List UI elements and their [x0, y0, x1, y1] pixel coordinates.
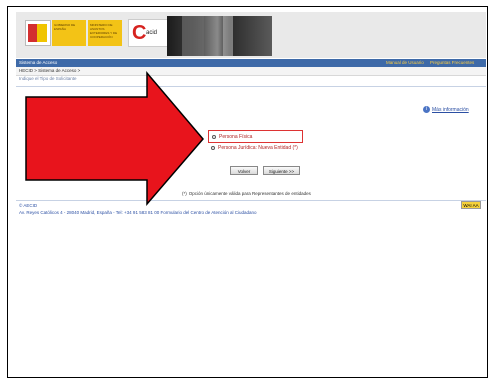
faq-link[interactable]: Preguntas Frecuentes	[430, 60, 474, 65]
nav-title: Sistema de Acceso	[19, 60, 58, 65]
next-button[interactable]: Siguiente >>	[263, 166, 300, 175]
divider	[16, 86, 486, 87]
manual-link[interactable]: Manual de Usuario	[386, 60, 424, 65]
crest-red-stripe	[28, 24, 37, 42]
ministerio-logo: MINISTERIO DE ASUNTOS EXTERIORES Y DE CO…	[88, 20, 122, 46]
breadcrumb-text[interactable]: HECID > Sistema de Acceso >	[19, 68, 80, 73]
photo-shade-2	[223, 16, 233, 56]
gobierno-logo-text: GOBIERNO DE ESPAÑA	[54, 23, 76, 31]
breadcrumb: HECID > Sistema de Acceso >	[16, 67, 486, 76]
cacid-logo-letter: C	[132, 22, 147, 44]
spain-crest-logo	[25, 20, 51, 46]
back-button[interactable]: Volver	[230, 166, 258, 175]
persona-fisica-label[interactable]: Persona Física	[219, 134, 252, 140]
crest-yellow-stripe	[37, 24, 47, 42]
photo-shade-1	[182, 16, 204, 56]
radio-persona-fisica[interactable]	[212, 135, 216, 139]
ministerio-logo-text: MINISTERIO DE ASUNTOS EXTERIORES Y DE CO…	[90, 23, 118, 39]
cacid-logo: C acid	[128, 19, 168, 47]
footnote-mark: (*)	[182, 191, 187, 196]
cacid-logo-text: acid	[146, 30, 158, 36]
page-subtitle: Indique el Tipo de Solicitante	[19, 76, 77, 81]
more-info-link[interactable]: Más información	[432, 107, 469, 113]
footnote-text: Opción únicamente válida para Representa…	[188, 191, 311, 196]
wai-badge: WAI AA	[461, 201, 481, 209]
top-nav-bar: Sistema de Acceso Manual de Usuario Preg…	[16, 59, 486, 67]
browser-screenshot: GOBIERNO DE ESPAÑA MINISTERIO DE ASUNTOS…	[16, 12, 486, 220]
option-persona-juridica[interactable]: Persona Jurídica: Nueva Entidad (*)	[211, 145, 331, 153]
footnote: (*) Opción únicamente válida para Represe…	[182, 191, 311, 196]
footer-org[interactable]: © AECID	[19, 203, 37, 208]
persona-juridica-label[interactable]: Persona Jurídica: Nueva Entidad (*)	[218, 145, 298, 151]
option-persona-fisica[interactable]: Persona Física	[208, 130, 303, 143]
gobierno-logo: GOBIERNO DE ESPAÑA	[52, 20, 86, 46]
info-icon[interactable]: i	[423, 106, 430, 113]
footer-divider	[16, 200, 486, 201]
radio-persona-juridica[interactable]	[211, 146, 215, 150]
header-photo	[167, 16, 272, 56]
footer-address[interactable]: Av. Reyes Católicos 4 - 28040 Madrid, Es…	[19, 210, 257, 215]
